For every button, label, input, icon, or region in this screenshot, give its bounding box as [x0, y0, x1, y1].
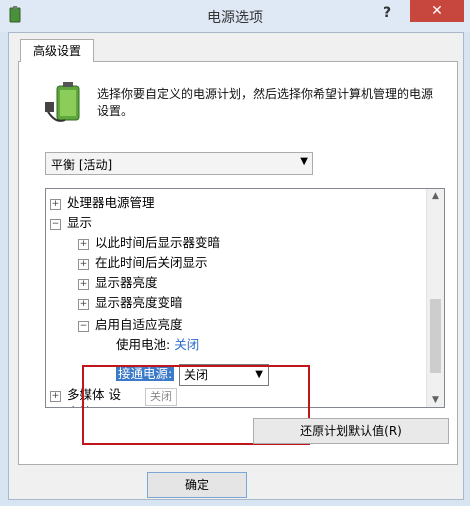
tree-item-dim-display[interactable]: + 以此时间后显示器变暗 [78, 233, 220, 253]
tree-item-adaptive-brightness[interactable]: − 启用自适应亮度 [78, 315, 183, 335]
tree-item-label: 在此时间后关闭显示 [95, 255, 208, 270]
on-battery-label: 使用电池: [116, 337, 171, 352]
expand-plus-icon[interactable]: + [50, 199, 61, 210]
power-plan-value: 平衡 [活动] [51, 158, 113, 172]
chevron-down-icon: ▼ [300, 156, 308, 167]
tree-item-label: 显示 [67, 215, 93, 230]
close-button[interactable]: ✕ [410, 0, 464, 22]
expand-plus-icon[interactable]: + [78, 279, 89, 290]
tree-item-dimmed-brightness[interactable]: + 显示器亮度变暗 [78, 293, 183, 313]
tree-item-processor[interactable]: + 处理器电源管理 [50, 193, 155, 213]
scroll-up-arrow-icon[interactable]: ▲ [427, 191, 444, 201]
battery-plug-icon [45, 82, 80, 122]
tree-item-label: 以此时间后显示器变暗 [95, 235, 221, 250]
collapse-minus-icon[interactable]: − [78, 321, 89, 332]
expand-plus-icon[interactable]: + [50, 391, 61, 402]
power-options-window: 电源选项 ? ✕ 高级设置 选择你要自定义的电源计划，然后选择你希望计算机管理的… [0, 0, 470, 506]
advanced-settings-panel: 选择你要自定义的电源计划，然后选择你希望计算机管理的电源设置。 平衡 [活动] … [18, 61, 458, 465]
on-battery-value-link[interactable]: 关闭 [174, 337, 199, 352]
scroll-down-arrow-icon[interactable]: ▼ [427, 395, 444, 405]
tree-item-display[interactable]: − 显示 [50, 213, 92, 233]
tree-item-label: 显示器亮度 [95, 275, 158, 290]
description-text: 选择你要自定义的电源计划，然后选择你希望计算机管理的电源设置。 [97, 87, 434, 118]
tree-item-brightness[interactable]: + 显示器亮度 [78, 273, 158, 293]
scrollbar-thumb[interactable] [430, 299, 441, 373]
title-bar[interactable]: 电源选项 ? ✕ [0, 0, 470, 32]
collapse-minus-icon[interactable]: − [50, 219, 61, 230]
expand-plus-icon[interactable]: + [78, 259, 89, 270]
power-plan-select[interactable]: 平衡 [活动] ▼ [45, 152, 313, 175]
expand-plus-icon[interactable]: + [78, 299, 89, 310]
tree-item-label: 显示器亮度变暗 [95, 295, 183, 310]
help-button[interactable]: ? [372, 2, 402, 24]
tree-item-label: 处理器电源管理 [67, 195, 155, 210]
tree-item-turn-off-display[interactable]: + 在此时间后关闭显示 [78, 253, 208, 273]
dialog-client-area: 高级设置 选择你要自定义的电源计划，然后选择你希望计算机管理的电源设置。 平衡 … [8, 32, 464, 500]
restore-defaults-button[interactable]: 还原计划默认值(R) [253, 418, 449, 444]
expand-plus-icon[interactable]: + [78, 239, 89, 250]
tree-item-label: 启用自适应亮度 [95, 317, 183, 332]
vertical-scrollbar[interactable]: ▲ ▼ [426, 189, 444, 407]
ok-button[interactable]: 确定 [147, 472, 247, 498]
tab-advanced-settings[interactable]: 高级设置 [20, 39, 94, 62]
tree-item-on-battery[interactable]: 使用电池: 关闭 [116, 335, 199, 355]
